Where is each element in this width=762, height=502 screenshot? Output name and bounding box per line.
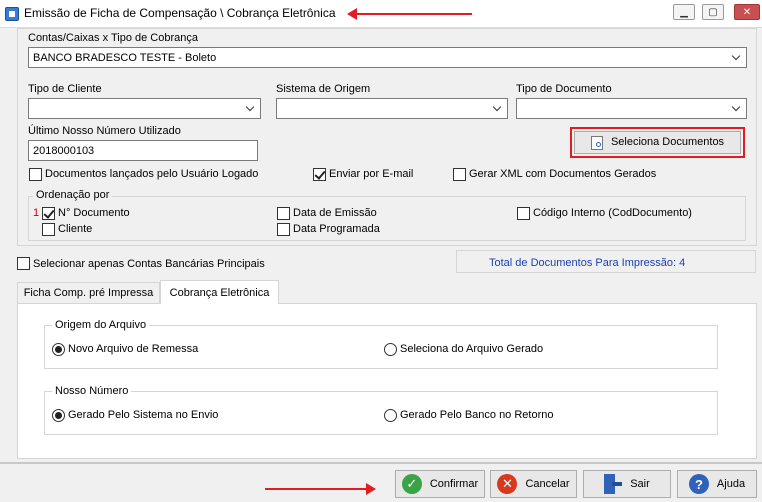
docs-usuario-label: Documentos lançados pelo Usuário Logado — [45, 168, 259, 180]
ultimo-nosso-numero-label: Último Nosso Número Utilizado — [28, 125, 181, 137]
seleciona-arquivo-radio[interactable] — [384, 343, 397, 356]
gerado-banco-radio[interactable] — [384, 409, 397, 422]
sair-button[interactable]: Sair — [583, 470, 671, 498]
ordenacao-label: Ordenação por — [33, 189, 113, 201]
close-button[interactable]: ✕ — [734, 4, 760, 20]
confirmar-label: Confirmar — [429, 478, 479, 490]
tipo-cliente-label: Tipo de Cliente — [28, 83, 102, 95]
ordenacao-codigo-interno-checkbox[interactable] — [517, 207, 530, 220]
ordenacao-cliente-checkbox[interactable] — [42, 223, 55, 236]
help-icon: ? — [688, 474, 709, 494]
seleciona-arquivo-label: Seleciona do Arquivo Gerado — [400, 343, 544, 355]
seleciona-documentos-button[interactable]: Seleciona Documentos — [574, 131, 741, 154]
chevron-down-icon — [492, 102, 504, 114]
sair-label: Sair — [630, 478, 650, 490]
novo-arquivo-radio[interactable] — [52, 343, 65, 356]
tipo-documento-label: Tipo de Documento — [516, 83, 612, 95]
tipo-documento-combo[interactable] — [516, 98, 747, 119]
novo-arquivo-label: Novo Arquivo de Remessa — [68, 343, 199, 355]
origem-arquivo-label: Origem do Arquivo — [52, 319, 150, 331]
ordenacao-n-documento-label: N° Documento — [58, 207, 130, 219]
confirmar-button[interactable]: ✓ Confirmar — [395, 470, 485, 498]
enviar-email-checkbox[interactable] — [313, 168, 326, 181]
tab-ficha-comp[interactable]: Ficha Comp. pré Impressa — [17, 282, 160, 303]
ordenacao-data-programada-label: Data Programada — [293, 223, 380, 235]
check-icon: ✓ — [401, 474, 422, 494]
contas-principais-label: Selecionar apenas Contas Bancárias Princ… — [33, 258, 265, 270]
ajuda-button[interactable]: ? Ajuda — [677, 470, 757, 498]
docs-usuario-checkbox[interactable] — [29, 168, 42, 181]
contas-value: BANCO BRADESCO TESTE - Boleto — [33, 52, 217, 64]
ultimo-nosso-numero-value: 2018000103 — [33, 145, 95, 157]
window-title: Emissão de Ficha de Compensação \ Cobran… — [24, 6, 336, 20]
ordenacao-cliente-label: Cliente — [58, 223, 93, 235]
order-index: 1 — [33, 207, 40, 219]
close-circle-icon: ✕ — [497, 474, 518, 494]
annotation-arrow-left — [347, 8, 472, 20]
tab-ficha-comp-label: Ficha Comp. pré Impressa — [23, 287, 154, 299]
nosso-numero-label: Nosso Número — [52, 385, 132, 397]
gerar-xml-label: Gerar XML com Documentos Gerados — [469, 168, 657, 180]
sistema-origem-label: Sistema de Origem — [276, 83, 371, 95]
ordenacao-data-emissao-label: Data de Emissão — [293, 207, 377, 219]
contas-label: Contas/Caixas x Tipo de Cobrança — [28, 32, 198, 44]
chevron-down-icon — [731, 51, 743, 63]
close-icon: ✕ — [742, 6, 752, 18]
contas-principais-checkbox[interactable] — [17, 257, 30, 270]
annotation-arrow-right — [265, 483, 376, 495]
gerado-banco-label: Gerado Pelo Banco no Retorno — [400, 409, 554, 421]
minimize-icon: ▁ — [680, 6, 688, 18]
ordenacao-data-programada-checkbox[interactable] — [277, 223, 290, 236]
tipo-cliente-combo[interactable] — [28, 98, 261, 119]
chevron-down-icon — [245, 102, 257, 114]
maximize-button[interactable]: ▢ — [702, 4, 724, 20]
ajuda-label: Ajuda — [716, 478, 746, 490]
total-docs-text: Total de Documentos Para Impressão: 4 — [489, 257, 686, 269]
seleciona-documentos-label: Seleciona Documentos — [610, 136, 725, 148]
cancelar-label: Cancelar — [525, 478, 570, 490]
minimize-button[interactable]: ▁ — [673, 4, 695, 20]
document-search-icon — [590, 135, 603, 150]
gerado-sistema-label: Gerado Pelo Sistema no Envio — [68, 409, 219, 421]
app-icon — [5, 7, 19, 21]
ordenacao-codigo-interno-label: Código Interno (CodDocumento) — [533, 207, 692, 219]
tab-cobranca-eletronica-label: Cobrança Eletrônica — [169, 286, 270, 299]
gerado-sistema-radio[interactable] — [52, 409, 65, 422]
ordenacao-n-documento-checkbox[interactable] — [42, 207, 55, 220]
maximize-icon: ▢ — [708, 6, 718, 18]
ultimo-nosso-numero-field[interactable]: 2018000103 — [28, 140, 258, 161]
contas-combo[interactable]: BANCO BRADESCO TESTE - Boleto — [28, 47, 747, 68]
tab-cobranca-eletronica[interactable]: Cobrança Eletrônica — [160, 280, 279, 304]
cancelar-button[interactable]: ✕ Cancelar — [490, 470, 577, 498]
enviar-email-label: Enviar por E-mail — [329, 168, 414, 180]
gerar-xml-checkbox[interactable] — [453, 168, 466, 181]
chevron-down-icon — [731, 102, 743, 114]
sistema-origem-combo[interactable] — [276, 98, 508, 119]
ordenacao-data-emissao-checkbox[interactable] — [277, 207, 290, 220]
exit-door-icon — [604, 474, 623, 494]
